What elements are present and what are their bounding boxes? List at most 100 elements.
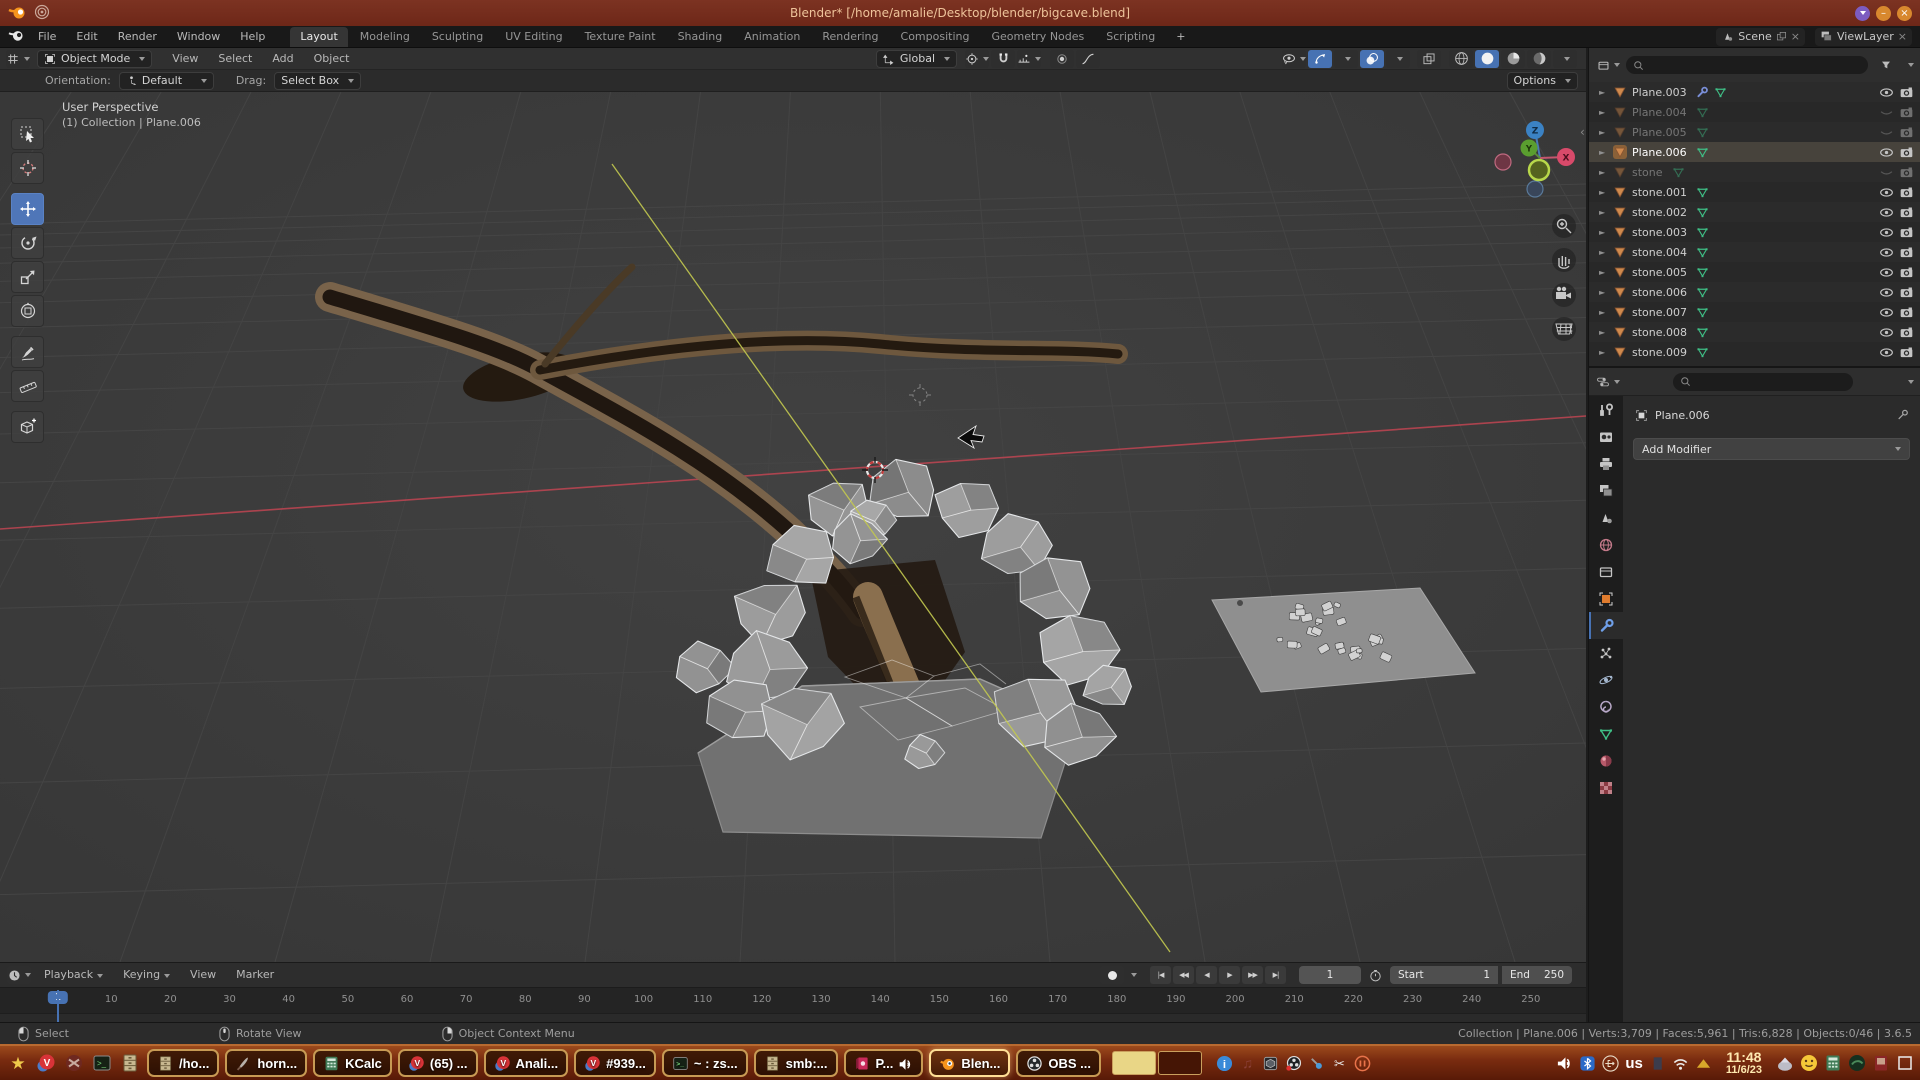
properties-tab-collection[interactable] xyxy=(1589,558,1623,585)
taskbar-window-blen[interactable]: Blen... xyxy=(929,1049,1010,1077)
expand-arrow-icon[interactable]: ► xyxy=(1599,308,1608,317)
tray-cube-app[interactable] xyxy=(1262,1055,1279,1072)
expand-arrow-icon[interactable]: ► xyxy=(1599,128,1608,137)
expand-arrow-icon[interactable]: ► xyxy=(1599,188,1608,197)
tray-info[interactable]: i xyxy=(1216,1055,1233,1072)
expand-arrow-icon[interactable]: ► xyxy=(1599,328,1608,337)
start-frame-field[interactable]: Start 1 xyxy=(1390,966,1498,984)
viewport-menu-add[interactable]: Add xyxy=(262,48,303,70)
properties-tab-physics[interactable] xyxy=(1589,666,1623,693)
expand-arrow-icon[interactable]: ► xyxy=(1599,108,1608,117)
properties-tab-object[interactable] xyxy=(1589,585,1623,612)
gizmos-toggle[interactable] xyxy=(1308,50,1332,68)
taskbar-window-horn[interactable]: horn... xyxy=(225,1049,307,1077)
hide-viewport-eye-icon[interactable] xyxy=(1879,245,1894,260)
outliner-row-stone-006[interactable]: ►stone.006 xyxy=(1589,282,1920,302)
timeline-menu-view[interactable]: View xyxy=(180,964,226,986)
launcher-terminal[interactable]: >_ xyxy=(89,1050,115,1076)
disable-renders-camera-icon[interactable] xyxy=(1899,245,1914,260)
taskbar-window-zs[interactable]: >_~ : zs... xyxy=(662,1049,748,1077)
menu-edit[interactable]: Edit xyxy=(66,26,107,48)
mode-selector[interactable]: Object Mode xyxy=(37,50,152,68)
properties-tab-texture[interactable] xyxy=(1589,774,1623,801)
disable-renders-camera-icon[interactable] xyxy=(1899,85,1914,100)
hide-viewport-eye-icon[interactable] xyxy=(1879,325,1894,340)
tool-scale[interactable] xyxy=(11,261,44,293)
properties-tab-modifiers[interactable] xyxy=(1589,612,1623,639)
hide-viewport-eye-icon[interactable] xyxy=(1879,85,1894,100)
tray-scissors[interactable]: ✂ xyxy=(1331,1055,1348,1072)
menu-render[interactable]: Render xyxy=(108,26,167,48)
tool-rotate[interactable] xyxy=(11,227,44,259)
tray-kettle[interactable] xyxy=(1776,1054,1794,1072)
launcher-file-cabinet[interactable] xyxy=(117,1050,143,1076)
viewport-menu-select[interactable]: Select xyxy=(208,48,262,70)
scene-selector[interactable]: Scene × xyxy=(1716,28,1805,46)
properties-tab-particles[interactable] xyxy=(1589,639,1623,666)
tray-show-desktop[interactable] xyxy=(1896,1054,1914,1072)
expand-arrow-icon[interactable]: ► xyxy=(1599,228,1608,237)
camera-view-button[interactable] xyxy=(1552,283,1576,307)
tray-dark-app[interactable] xyxy=(1848,1054,1866,1072)
tab-texture-paint[interactable]: Texture Paint xyxy=(575,27,666,47)
tool-transform[interactable] xyxy=(11,295,44,327)
tray-usb[interactable] xyxy=(1602,1055,1619,1072)
timeline-editor-type-button[interactable] xyxy=(7,966,31,984)
hidden-eye-closed-icon[interactable] xyxy=(1879,165,1894,180)
tab-uv-editing[interactable]: UV Editing xyxy=(495,27,572,47)
viewport-menu-object[interactable]: Object xyxy=(304,48,360,70)
prev-keyframe-button[interactable]: ◀◀ xyxy=(1173,966,1194,984)
hide-viewport-eye-icon[interactable] xyxy=(1879,265,1894,280)
desktop-1[interactable] xyxy=(1112,1051,1156,1075)
outliner-options-dropdown[interactable] xyxy=(1908,63,1914,67)
outliner-search-input[interactable] xyxy=(1626,56,1868,74)
end-frame-field[interactable]: End 250 xyxy=(1502,966,1572,984)
proportional-falloff-button[interactable] xyxy=(1076,50,1100,68)
drag-selector[interactable]: Select Box xyxy=(274,72,361,90)
properties-tab-scene[interactable] xyxy=(1589,504,1623,531)
tool-measure[interactable] xyxy=(11,370,44,402)
expand-arrow-icon[interactable]: ► xyxy=(1599,288,1608,297)
hide-viewport-eye-icon[interactable] xyxy=(1879,225,1894,240)
playhead[interactable] xyxy=(57,990,59,1023)
outliner-row-stone-001[interactable]: ►stone.001 xyxy=(1589,182,1920,202)
tab-sculpting[interactable]: Sculpting xyxy=(422,27,493,47)
auto-keying-toggle[interactable] xyxy=(1100,966,1124,984)
expand-arrow-icon[interactable]: ► xyxy=(1599,248,1608,257)
disable-renders-camera-icon[interactable] xyxy=(1899,105,1914,120)
gizmo-neg-y[interactable] xyxy=(1529,160,1549,180)
disable-renders-camera-icon[interactable] xyxy=(1899,305,1914,320)
blender-app-icon[interactable] xyxy=(8,28,24,45)
menu-window[interactable]: Window xyxy=(167,26,230,48)
tray-pause[interactable] xyxy=(1354,1055,1371,1072)
properties-tab-output[interactable] xyxy=(1589,450,1623,477)
options-button[interactable]: Options xyxy=(1507,72,1578,90)
pin-icon[interactable] xyxy=(1896,408,1910,422)
tool-move[interactable] xyxy=(11,193,44,225)
viewport-menu-view[interactable]: View xyxy=(162,48,208,70)
expand-arrow-icon[interactable]: ► xyxy=(1599,348,1608,357)
expand-arrow-icon[interactable]: ► xyxy=(1599,88,1608,97)
outliner-row-stone[interactable]: ►stone xyxy=(1589,162,1920,182)
current-frame-field[interactable]: 1 xyxy=(1299,966,1361,984)
properties-tab-tool[interactable] xyxy=(1589,396,1623,423)
next-keyframe-button[interactable]: ▶▶ xyxy=(1242,966,1263,984)
outliner-row-stone-007[interactable]: ►stone.007 xyxy=(1589,302,1920,322)
tab-rendering[interactable]: Rendering xyxy=(812,27,888,47)
taskbar-window-smb[interactable]: smb:... xyxy=(754,1049,838,1077)
expand-arrow-icon[interactable]: ► xyxy=(1599,148,1608,157)
xray-toggle[interactable] xyxy=(1417,50,1441,68)
properties-tab-object-data[interactable] xyxy=(1589,720,1623,747)
hide-viewport-eye-icon[interactable] xyxy=(1879,145,1894,160)
properties-tab-view-layer[interactable] xyxy=(1589,477,1623,504)
tool-select-box[interactable] xyxy=(11,118,44,150)
hide-viewport-eye-icon[interactable] xyxy=(1879,305,1894,320)
timeline-menu-playback[interactable]: Playback xyxy=(34,964,113,986)
properties-tab-world[interactable] xyxy=(1589,531,1623,558)
tab-scripting[interactable]: Scripting xyxy=(1096,27,1165,47)
jump-to-start-button[interactable]: |◀ xyxy=(1150,966,1171,984)
outliner-row-stone-008[interactable]: ►stone.008 xyxy=(1589,322,1920,342)
properties-tab-render[interactable] xyxy=(1589,423,1623,450)
tray-smiley[interactable] xyxy=(1800,1054,1818,1072)
disable-renders-camera-icon[interactable] xyxy=(1899,325,1914,340)
